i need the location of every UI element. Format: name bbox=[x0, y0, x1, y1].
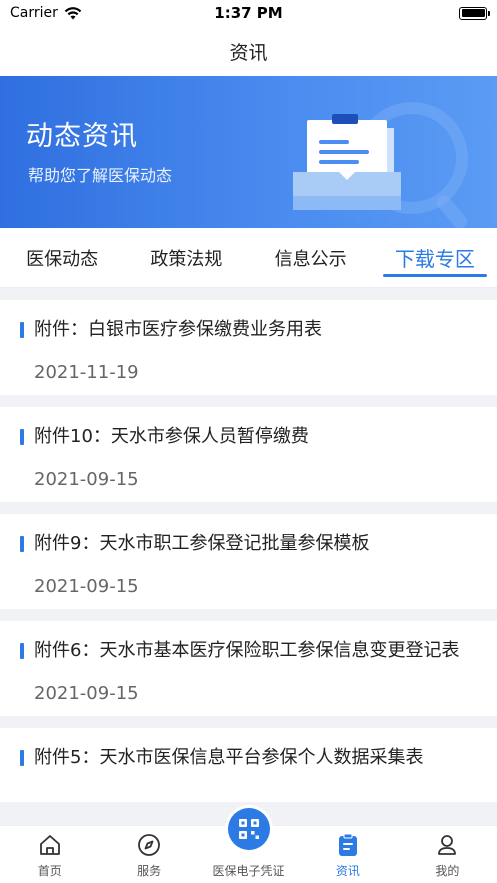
item-marker bbox=[20, 322, 24, 338]
tabbar-service[interactable]: 服务 bbox=[99, 826, 198, 883]
item-marker bbox=[20, 429, 24, 445]
news-illustration-icon bbox=[293, 102, 468, 228]
item-marker bbox=[20, 536, 24, 552]
qrcode-icon bbox=[227, 808, 270, 850]
list-item[interactable]: 附件：白银市医疗参保缴费业务用表 2021-11-19 bbox=[0, 300, 497, 395]
item-title: 附件6：天水市基本医疗保险职工参保信息变更登记表 bbox=[34, 640, 460, 661]
tabbar-service-label: 服务 bbox=[137, 864, 162, 878]
item-date: 2021-11-19 bbox=[34, 362, 139, 383]
list-item[interactable]: 附件5：天水市医保信息平台参保个人数据采集表 bbox=[0, 728, 497, 802]
tabbar-e-certificate-label: 医保电子凭证 bbox=[212, 864, 285, 878]
item-title: 附件：白银市医疗参保缴费业务用表 bbox=[34, 319, 322, 340]
list-item[interactable]: 附件6：天水市基本医疗保险职工参保信息变更登记表 2021-09-15 bbox=[0, 621, 497, 716]
compass-icon bbox=[136, 832, 162, 858]
tab-downloads[interactable]: 下载专区 bbox=[373, 228, 497, 287]
download-list: 附件：白银市医疗参保缴费业务用表 2021-11-19 附件10：天水市参保人员… bbox=[0, 288, 497, 883]
tabbar-news[interactable]: 资讯 bbox=[298, 826, 397, 883]
user-icon bbox=[434, 832, 460, 858]
home-icon bbox=[37, 832, 63, 858]
item-marker bbox=[20, 750, 24, 766]
list-item[interactable]: 附件9：天水市职工参保登记批量参保模板 2021-09-15 bbox=[0, 514, 497, 609]
list-item[interactable]: 附件10：天水市参保人员暂停缴费 2021-09-15 bbox=[0, 407, 497, 502]
carrier-group: Carrier bbox=[10, 5, 82, 21]
item-date: 2021-09-15 bbox=[34, 469, 139, 490]
item-title: 附件9：天水市职工参保登记批量参保模板 bbox=[34, 533, 370, 554]
banner: 动态资讯 帮助您了解医保动态 bbox=[0, 76, 497, 228]
item-date: 2021-09-15 bbox=[34, 683, 139, 704]
wifi-icon bbox=[64, 6, 82, 19]
battery-icon bbox=[459, 6, 490, 20]
status-bar: Carrier 1:37 PM bbox=[0, 0, 497, 26]
tabbar-home[interactable]: 首页 bbox=[0, 826, 99, 883]
tabbar-news-label: 资讯 bbox=[335, 864, 360, 878]
page-title: 资讯 bbox=[229, 41, 268, 64]
carrier-label: Carrier bbox=[10, 5, 58, 21]
banner-subtitle: 帮助您了解医保动态 bbox=[28, 166, 173, 185]
tabbar-mine-label: 我的 bbox=[435, 864, 460, 878]
bottom-tabbar: 首页 服务 医保电子凭证 资讯 我的 bbox=[0, 808, 497, 883]
item-date: 2021-09-15 bbox=[34, 576, 139, 597]
banner-title: 动态资讯 bbox=[26, 121, 138, 152]
nav-bar: 资讯 bbox=[0, 26, 497, 76]
item-title: 附件5：天水市医保信息平台参保个人数据采集表 bbox=[34, 747, 424, 768]
tab-policy[interactable]: 政策法规 bbox=[124, 228, 248, 287]
tabbar-mine[interactable]: 我的 bbox=[398, 826, 497, 883]
tabbar-home-label: 首页 bbox=[37, 864, 62, 878]
news-icon bbox=[335, 832, 361, 858]
tab-medical-news[interactable]: 医保动态 bbox=[0, 228, 124, 287]
item-marker bbox=[20, 643, 24, 659]
tabbar-e-certificate[interactable]: 医保电子凭证 bbox=[199, 808, 298, 883]
item-title: 附件10：天水市参保人员暂停缴费 bbox=[34, 426, 309, 447]
tab-info-disclosure[interactable]: 信息公示 bbox=[249, 228, 373, 287]
category-tabs: 医保动态 政策法规 信息公示 下载专区 bbox=[0, 228, 497, 288]
